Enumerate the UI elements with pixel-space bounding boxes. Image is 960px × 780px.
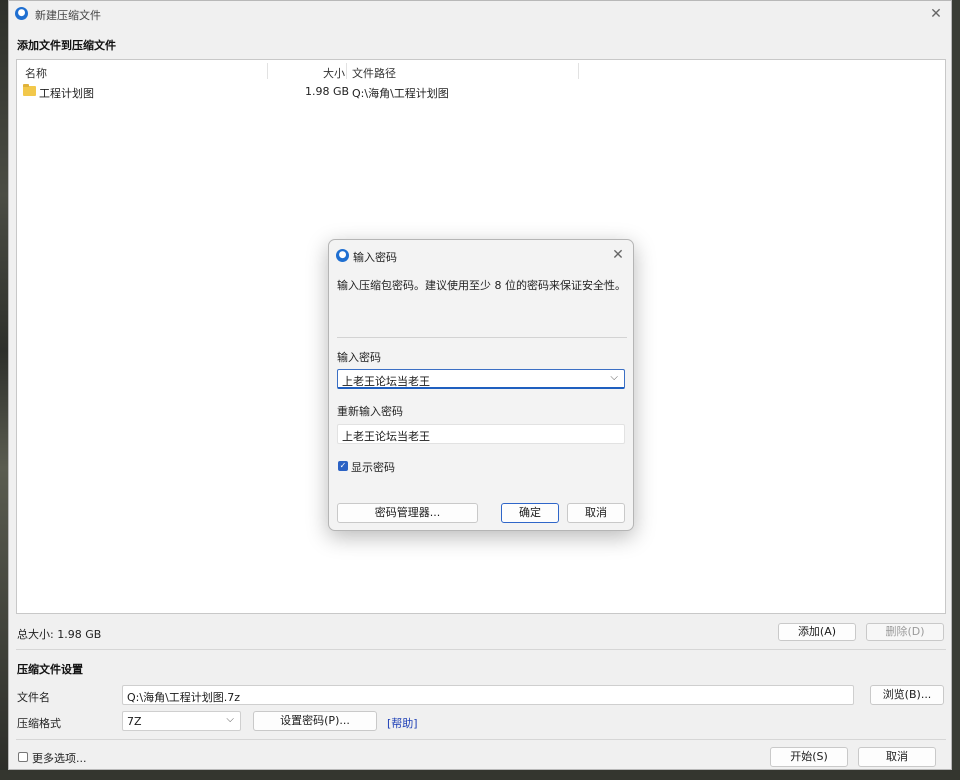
row-path: Q:\海角\工程计划图	[352, 87, 449, 100]
show-password-checkbox[interactable]: ✓	[338, 461, 348, 471]
password-value: 上老王论坛当老王	[342, 375, 430, 388]
window-title: 新建压缩文件	[35, 9, 101, 22]
divider	[16, 739, 946, 740]
title-bar: ● 新建压缩文件 ✕	[9, 1, 951, 27]
help-link[interactable]: [帮助]	[387, 715, 418, 731]
confirm-password-value: 上老王论坛当老王	[342, 430, 430, 443]
column-header-name[interactable]: 名称	[25, 65, 47, 81]
more-options-label[interactable]: 更多选项...	[32, 750, 87, 766]
folder-icon	[23, 84, 36, 96]
format-label: 压缩格式	[17, 717, 61, 730]
column-header-size[interactable]: 大小	[323, 65, 345, 81]
filename-label: 文件名	[17, 691, 50, 704]
app-icon: ●	[15, 7, 28, 20]
filename-value: Q:\海角\工程计划图.7z	[127, 691, 241, 704]
password-input[interactable]: 上老王论坛当老王 ⌵	[337, 369, 625, 389]
total-size: 总大小: 1.98 GB	[17, 628, 102, 641]
add-files-heading: 添加文件到压缩文件	[17, 39, 116, 52]
format-select[interactable]: 7Z ⌵	[122, 711, 241, 731]
divider	[16, 649, 946, 650]
table-row[interactable]: 工程计划图 1.98 GB Q:\海角\工程计划图	[17, 82, 945, 100]
desktop-background-bottom	[0, 770, 960, 780]
row-name: 工程计划图	[39, 87, 94, 100]
password-manager-button[interactable]: 密码管理器...	[337, 503, 478, 523]
add-button[interactable]: 添加(A)	[778, 623, 856, 641]
chevron-down-icon: ⌵	[226, 714, 234, 725]
list-header: 名称 大小 文件路径	[17, 60, 945, 82]
filename-input[interactable]: Q:\海角\工程计划图.7z	[122, 685, 854, 705]
show-password-label[interactable]: 显示密码	[351, 459, 395, 475]
dialog-cancel-button[interactable]: 取消	[567, 503, 625, 523]
format-value: 7Z	[127, 715, 142, 728]
delete-button[interactable]: 删除(D)	[866, 623, 944, 641]
password-label: 输入密码	[337, 351, 381, 364]
close-icon[interactable]: ✕	[609, 246, 627, 264]
password-dialog: ● 输入密码 ✕ 输入压缩包密码。建议使用至少 8 位的密码来保证安全性。 输入…	[328, 239, 634, 531]
column-separator[interactable]	[578, 63, 579, 79]
cancel-button[interactable]: 取消	[858, 747, 936, 767]
set-password-button[interactable]: 设置密码(P)...	[253, 711, 377, 731]
confirm-password-label: 重新输入密码	[337, 405, 403, 418]
confirm-password-input[interactable]: 上老王论坛当老王	[337, 424, 625, 444]
row-size: 1.98 GB	[305, 85, 350, 98]
chevron-down-icon[interactable]: ⌵	[610, 372, 618, 383]
column-header-path[interactable]: 文件路径	[352, 65, 396, 81]
ok-button[interactable]: 确定	[501, 503, 559, 523]
more-options-checkbox[interactable]	[18, 752, 28, 762]
dialog-description: 输入压缩包密码。建议使用至少 8 位的密码来保证安全性。	[337, 279, 626, 292]
archive-settings-heading: 压缩文件设置	[17, 663, 83, 676]
column-separator[interactable]	[267, 63, 268, 79]
start-button[interactable]: 开始(S)	[770, 747, 848, 767]
app-icon: ●	[336, 249, 349, 262]
divider	[337, 337, 627, 338]
column-separator[interactable]	[346, 63, 347, 79]
close-icon[interactable]: ✕	[927, 5, 945, 23]
dialog-title: 输入密码	[353, 251, 397, 264]
browse-button[interactable]: 浏览(B)...	[870, 685, 944, 705]
